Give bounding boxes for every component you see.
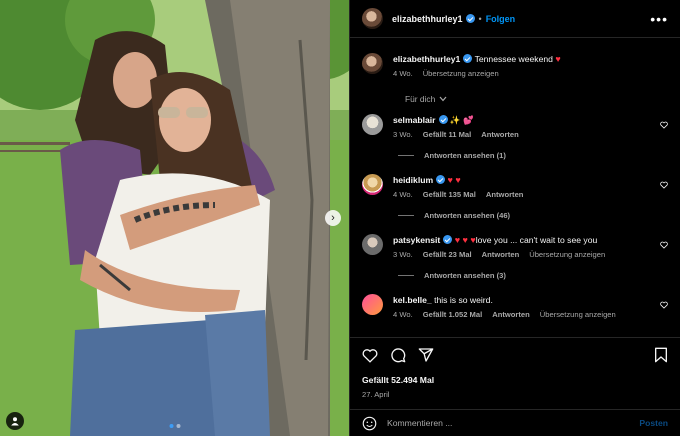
comment-age[interactable]: 4 Wo.: [393, 190, 413, 199]
comment-emoji: ✨ 💕: [449, 115, 474, 125]
commenter-avatar[interactable]: [362, 294, 383, 315]
view-replies-label: Antworten ansehen (46): [424, 211, 511, 220]
post-details-panel: elizabethhurley1 • Folgen ••• elizabethh…: [349, 0, 680, 436]
like-comment-icon[interactable]: [660, 121, 668, 129]
carousel-dots: [169, 424, 180, 428]
translate-link[interactable]: Übersetzung anzeigen: [423, 69, 499, 78]
reply-button[interactable]: Antworten: [492, 310, 530, 319]
comment-age[interactable]: 3 Wo.: [393, 130, 413, 139]
sort-label: Für dich: [405, 94, 436, 104]
comment-likes[interactable]: Gefällt 11 Mal: [423, 130, 472, 139]
comment-composer: Kommentieren ... Posten: [350, 409, 680, 436]
comment-username[interactable]: selmablair: [393, 115, 436, 125]
verified-badge-icon: [463, 54, 473, 63]
translate-link[interactable]: Übersetzung anzeigen: [529, 250, 605, 259]
comment-likes[interactable]: Gefällt 135 Mal: [423, 190, 476, 199]
caption-age[interactable]: 4 Wo.: [393, 69, 413, 78]
caption-text: Tennessee weekend: [474, 54, 553, 64]
next-photo-button[interactable]: ›: [325, 210, 341, 226]
comments-list[interactable]: elizabethhurley1 Tennessee weekend ♥ 4 W…: [350, 39, 680, 337]
verified-badge-icon: [465, 14, 475, 23]
comment-item: selmablair ✨ 💕 3 Wo. Gefällt 11 Mal Antw…: [362, 114, 668, 139]
comment-age[interactable]: 4 Wo.: [393, 310, 413, 319]
post-header: elizabethhurley1 • Folgen •••: [350, 0, 680, 38]
commenter-avatar[interactable]: [362, 234, 383, 255]
like-comment-icon[interactable]: [660, 241, 668, 249]
view-replies-label: Antworten ansehen (3): [424, 271, 506, 280]
post-date[interactable]: 27. April: [362, 390, 668, 399]
comment-emoji: ♥ ♥ ♥: [454, 235, 476, 245]
post-like-count[interactable]: Gefällt 52.494 Mal: [362, 375, 668, 385]
reply-button[interactable]: Antworten: [486, 190, 524, 199]
comment-input[interactable]: Kommentieren ...: [387, 418, 639, 428]
author-username[interactable]: elizabethhurley1: [392, 14, 463, 24]
comment-text: love you ... can't wait to see you: [475, 235, 598, 245]
like-post-icon[interactable]: [362, 348, 378, 363]
verified-badge-icon: [443, 235, 453, 244]
follow-button[interactable]: Folgen: [486, 14, 516, 24]
like-comment-icon[interactable]: [660, 181, 668, 189]
post-comment-button[interactable]: Posten: [639, 418, 668, 428]
view-replies-button[interactable]: Antworten ansehen (46): [398, 211, 668, 220]
view-replies-button[interactable]: Antworten ansehen (1): [398, 151, 668, 160]
comment-age[interactable]: 3 Wo.: [393, 250, 413, 259]
post-actions: Gefällt 52.494 Mal 27. April: [350, 337, 680, 399]
chevron-down-icon: [439, 96, 447, 102]
author-avatar[interactable]: [362, 8, 383, 29]
emoji-icon[interactable]: [362, 416, 377, 431]
comment-username[interactable]: heidiklum: [393, 175, 433, 185]
view-replies-label: Antworten ansehen (1): [424, 151, 506, 160]
verified-badge-icon: [438, 115, 448, 124]
sort-for-you-dropdown[interactable]: Für dich: [405, 94, 668, 104]
caption: elizabethhurley1 Tennessee weekend ♥ 4 W…: [362, 53, 668, 78]
bookmark-icon[interactable]: [654, 347, 668, 363]
comment-likes[interactable]: Gefällt 23 Mal: [423, 250, 472, 259]
instagram-post-modal: › elizabethhurley1 • Folgen ••• elizabet…: [0, 0, 680, 436]
comment-likes[interactable]: Gefällt 1.052 Mal: [423, 310, 483, 319]
comment-item: patsykensit ♥ ♥ ♥love you ... can't wait…: [362, 234, 668, 259]
comment-item: kel.belle_ this is so weird. 4 Wo. Gefäl…: [362, 294, 668, 319]
verified-badge-icon: [436, 175, 446, 184]
heart-emoji: ♥: [555, 54, 561, 64]
comment-text: this is so weird.: [434, 295, 493, 305]
photo-illustration: [0, 0, 349, 436]
view-replies-button[interactable]: Antworten ansehen (3): [398, 271, 668, 280]
share-icon[interactable]: [418, 347, 434, 363]
more-options-icon[interactable]: •••: [650, 11, 668, 27]
translate-link[interactable]: Übersetzung anzeigen: [540, 310, 616, 319]
commenter-avatar[interactable]: [362, 174, 383, 195]
comment-item: heidiklum ♥ ♥ 4 Wo. Gefällt 135 Mal Antw…: [362, 174, 668, 199]
author-avatar[interactable]: [362, 53, 383, 74]
reply-button[interactable]: Antworten: [482, 250, 520, 259]
comment-icon[interactable]: [390, 347, 406, 363]
comment-emoji: ♥ ♥: [447, 175, 461, 185]
user-icon: [11, 417, 19, 426]
tagged-users-button[interactable]: [6, 412, 24, 430]
reply-button[interactable]: Antworten: [481, 130, 519, 139]
commenter-avatar[interactable]: [362, 114, 383, 135]
caption-username[interactable]: elizabethhurley1: [393, 54, 460, 64]
comment-username[interactable]: patsykensit: [393, 235, 440, 245]
like-comment-icon[interactable]: [660, 301, 668, 309]
comment-username[interactable]: kel.belle_: [393, 295, 432, 305]
post-photo[interactable]: ›: [0, 0, 349, 436]
header-separator: •: [478, 13, 482, 24]
